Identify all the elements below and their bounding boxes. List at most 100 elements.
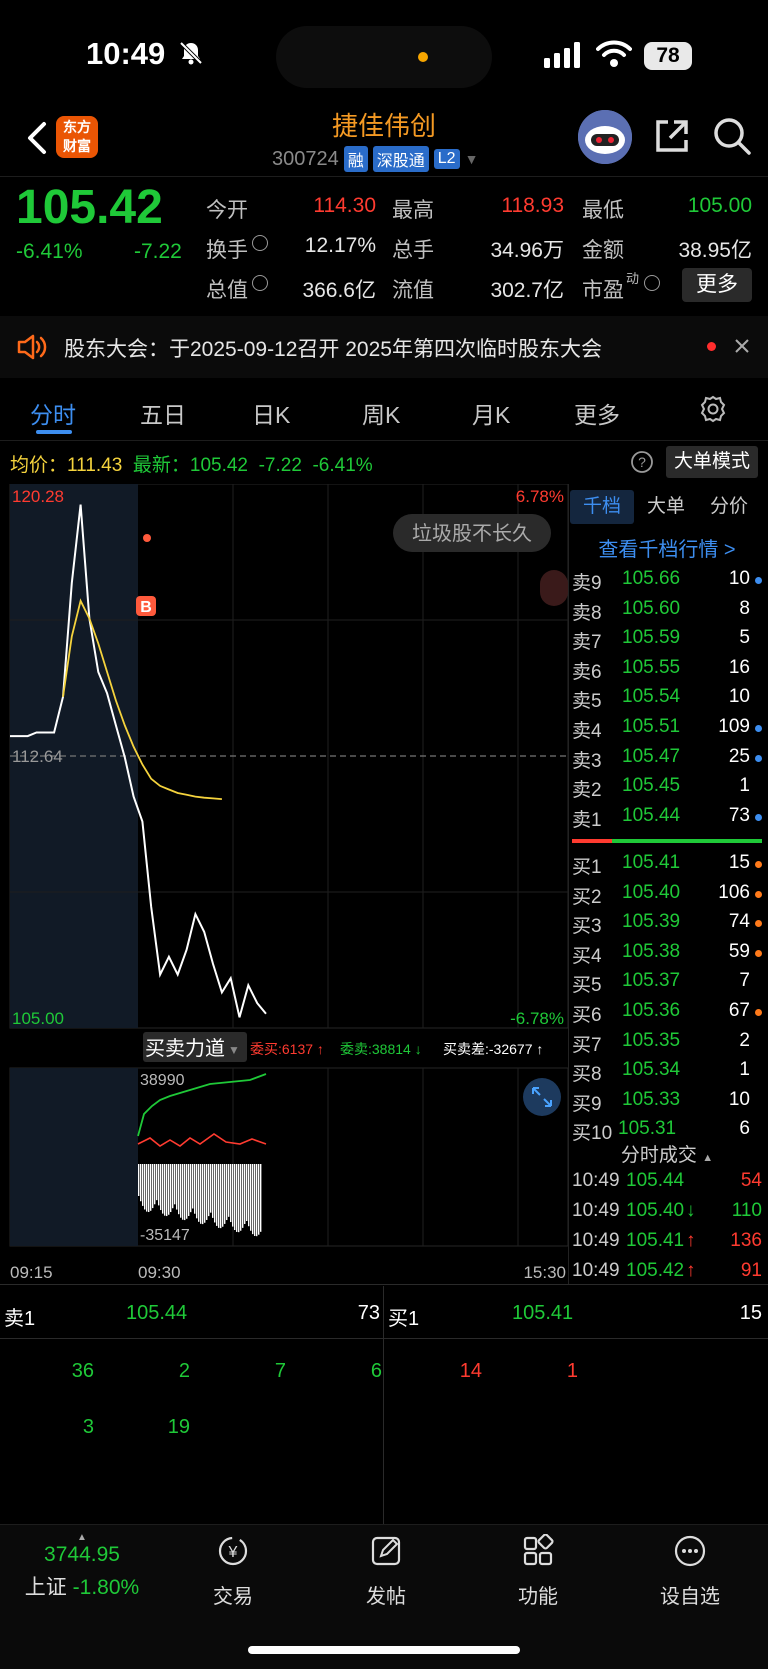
ask-row[interactable]: 卖7 105.59 5 xyxy=(572,627,762,656)
robot-assistant-avatar[interactable] xyxy=(578,110,632,164)
tab-more[interactable]: 更多 xyxy=(574,396,620,430)
tab-functions[interactable]: 功能 xyxy=(488,1533,588,1609)
trade-direction-icon: ↑ xyxy=(686,1230,696,1251)
quote-label: 今开 xyxy=(206,199,248,222)
ask-row[interactable]: 卖6 105.55 16 xyxy=(572,657,762,686)
diff-bar xyxy=(176,1164,178,1210)
bid-price: 105.37 xyxy=(622,970,681,992)
ask-row[interactable]: 卖1 105.44 73 xyxy=(572,805,762,834)
diff-bar xyxy=(240,1164,242,1231)
bid-row[interactable]: 买6 105.36 67 xyxy=(572,1000,762,1029)
tab-monthly-k[interactable]: 月K xyxy=(472,396,510,430)
chart-info-line: 均价：111.43 最新：105.42 -7.22 -6.41% xyxy=(10,450,373,477)
x-tick-1530: 15:30 xyxy=(523,1263,566,1282)
bid-row[interactable]: 买8 105.34 1 xyxy=(572,1059,762,1088)
trades-title[interactable]: 分时成交 ▲ xyxy=(572,1140,762,1167)
search-icon[interactable] xyxy=(712,116,752,156)
stock-code-row[interactable]: 300724 融 深股通 L2 ▼ xyxy=(272,146,478,172)
big-order-mode-button[interactable]: 大单模式 xyxy=(666,446,758,478)
diff-bar xyxy=(154,1164,156,1205)
bid-row[interactable]: 买2 105.40 106 xyxy=(572,882,762,911)
diff-bar xyxy=(218,1164,220,1228)
diff-bar xyxy=(238,1164,240,1233)
trade-price: 105.42 xyxy=(626,1260,685,1281)
quote-label: 金额 xyxy=(582,239,624,262)
diff-bar xyxy=(158,1164,160,1206)
tab-post[interactable]: 发帖 xyxy=(336,1534,436,1609)
tab-weekly-k[interactable]: 周K xyxy=(362,396,400,430)
diff-bar xyxy=(254,1164,256,1236)
wifi-icon xyxy=(596,40,632,67)
bid-price: 105.33 xyxy=(622,1088,681,1110)
tab-five-day[interactable]: 五日 xyxy=(140,396,186,430)
bid-level: 买2 xyxy=(572,886,602,908)
index-value: 3744.95 xyxy=(44,1543,120,1566)
tab-watchlist[interactable]: 设自选 xyxy=(640,1534,740,1609)
trade-volume: 136 xyxy=(730,1230,762,1251)
stock-code: 300724 xyxy=(272,147,339,170)
ask-row[interactable]: 卖4 105.51 109 xyxy=(572,716,762,745)
bid-volume: 2 xyxy=(739,1029,750,1051)
ask-row[interactable]: 卖9 105.66 10 xyxy=(572,568,762,597)
diff-bar xyxy=(244,1164,246,1224)
bid-row[interactable]: 买9 105.33 10 xyxy=(572,1089,762,1118)
latest-change: -7.22 xyxy=(258,455,302,476)
tab-trade[interactable]: ¥ 交易 xyxy=(183,1534,283,1609)
index-pct: -1.80% xyxy=(72,1576,140,1599)
quote-label: 总值 xyxy=(206,279,248,302)
ask-price: 105.60 xyxy=(622,597,681,619)
order-dot xyxy=(755,949,762,957)
bid-row[interactable]: 买1 105.41 15 xyxy=(572,852,762,881)
bid-row[interactable]: 买4 105.38 59 xyxy=(572,941,762,970)
quote-value: 114.30 xyxy=(313,194,376,217)
tab-daily-k[interactable]: 日K xyxy=(252,396,290,430)
bottom-sell-price: 105.44 xyxy=(126,1302,188,1324)
share-icon[interactable] xyxy=(652,116,692,156)
ask-row[interactable]: 卖3 105.47 25 xyxy=(572,746,762,775)
diff-bar xyxy=(148,1164,150,1213)
ask-level: 卖3 xyxy=(572,750,602,772)
quote-value: 34.96万 xyxy=(490,239,564,262)
trade-row: 10:49 105.40 ↓ 110 xyxy=(572,1200,762,1229)
bid-row[interactable]: 买5 105.37 7 xyxy=(572,970,762,999)
bid-row[interactable]: 买3 105.39 74 xyxy=(572,911,762,940)
close-icon[interactable] xyxy=(734,338,750,354)
index-ticker[interactable]: ▲ 3744.95 上证 -1.80% xyxy=(12,1532,152,1601)
ob-tab-thousand[interactable]: 千档 xyxy=(570,490,634,524)
bid-volume: 59 xyxy=(728,940,750,962)
ask-row[interactable]: 卖8 105.60 8 xyxy=(572,598,762,627)
bid-volume: 74 xyxy=(728,911,750,933)
diff-bar xyxy=(178,1164,180,1215)
order-dot xyxy=(755,861,762,868)
divider xyxy=(0,1284,768,1285)
signal-icon xyxy=(544,42,580,68)
order-book-tabs: 千档 大单 分价 xyxy=(570,490,760,524)
bid-row[interactable]: 买7 105.35 2 xyxy=(572,1030,762,1059)
diff-bar xyxy=(250,1164,252,1231)
tab-intraday[interactable]: 分时 xyxy=(30,396,76,430)
thousand-quote-link[interactable]: 查看千档行情 > xyxy=(572,533,762,562)
quote-label: 流值 xyxy=(392,279,434,302)
ask-row[interactable]: 卖5 105.54 10 xyxy=(572,686,762,715)
divider xyxy=(0,440,768,441)
quote-label: 市盈 xyxy=(582,279,624,302)
ob-tab-price-dist[interactable]: 分价 xyxy=(698,490,760,524)
ob-tab-big-order[interactable]: 大单 xyxy=(634,490,698,524)
comment-bubble-text: 垃圾股不长久 xyxy=(412,522,532,545)
settings-gear-icon[interactable] xyxy=(698,394,728,424)
ask-row[interactable]: 卖2 105.45 1 xyxy=(572,775,762,804)
diff-bar xyxy=(142,1164,144,1206)
help-icon[interactable]: ? xyxy=(630,450,654,474)
diff-bar xyxy=(260,1164,262,1232)
ask-level: 卖6 xyxy=(572,661,602,683)
more-button[interactable]: 更多 xyxy=(682,268,752,302)
ask-volume: 8 xyxy=(739,597,750,619)
high-point-marker xyxy=(143,534,151,542)
queue-cell: 36 xyxy=(71,1360,94,1382)
diff-bar xyxy=(196,1164,198,1219)
intraday-chart[interactable]: 120.28 6.78% 112.64 105.00 -6.78% 垃圾股不长久… xyxy=(0,484,568,1284)
diff-bar xyxy=(206,1164,208,1220)
notice-text[interactable]: 股东大会：于2025-09-12召开 2025年第四次临时股东大会 xyxy=(64,333,602,363)
trade-volume: 54 xyxy=(740,1170,762,1191)
diff-bar xyxy=(186,1164,188,1219)
